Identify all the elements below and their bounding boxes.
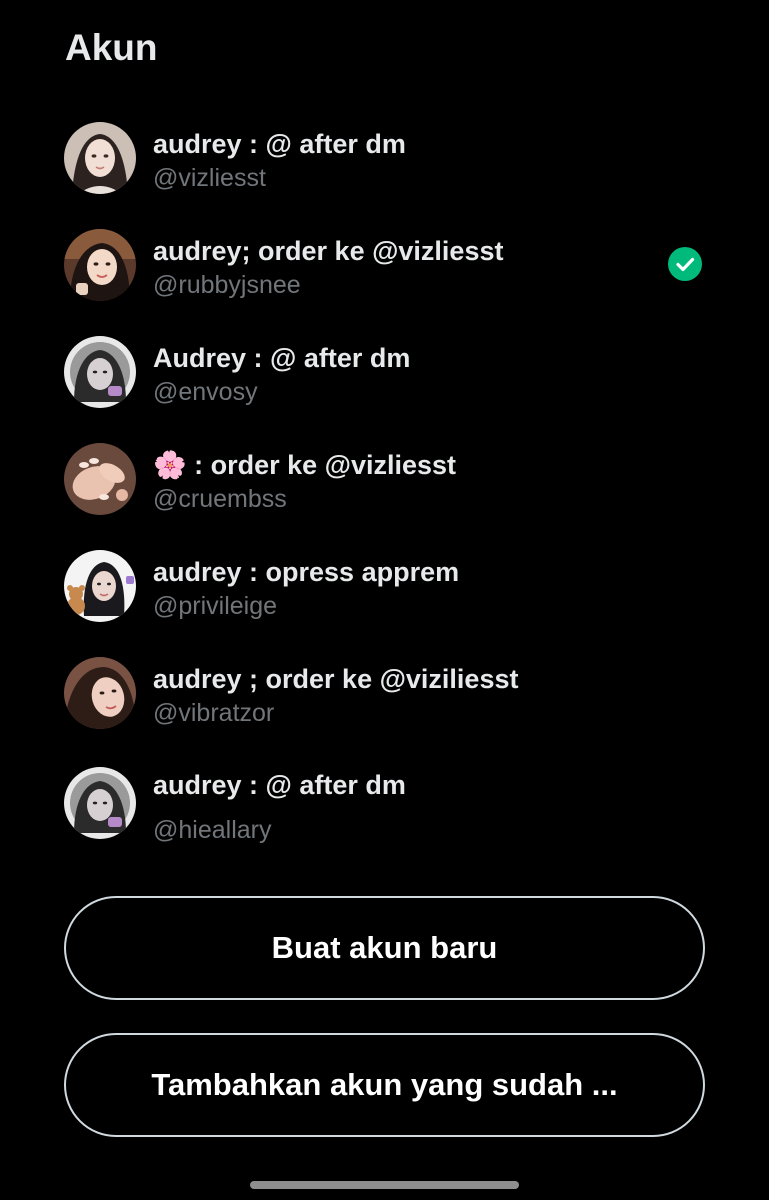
avatar <box>64 229 136 301</box>
avatar <box>64 443 136 515</box>
home-indicator[interactable] <box>250 1181 519 1189</box>
account-row-hieallary[interactable]: audrey : @ after dm @hieallary <box>0 747 769 854</box>
avatar <box>64 550 136 622</box>
account-handle: @vibratzor <box>153 699 275 727</box>
account-display-name: audrey : @ after dm <box>153 770 406 800</box>
avatar <box>64 767 136 839</box>
create-account-button[interactable]: Buat akun baru <box>64 896 705 1000</box>
page-title: Akun <box>65 27 158 68</box>
account-handle: @vizliesst <box>153 164 266 192</box>
avatar <box>64 122 136 194</box>
account-handle: @envosy <box>153 378 258 406</box>
account-handle: @privileige <box>153 592 278 620</box>
add-existing-account-button[interactable]: Tambahkan akun yang sudah ... <box>64 1033 705 1137</box>
account-display-name: 🌸 : order ke @vizliesst <box>153 450 457 480</box>
account-row-privileige[interactable]: audrey : opress apprem @privileige <box>0 533 769 640</box>
account-display-name: Audrey : @ after dm <box>153 343 411 373</box>
account-display-name: audrey : @ after dm <box>153 129 406 159</box>
account-handle: @hieallary <box>153 816 272 844</box>
account-display-name: audrey ; order ke @viziliesst <box>153 664 519 694</box>
account-handle: @cruembss <box>153 485 287 513</box>
avatar <box>64 657 136 729</box>
account-row-envosy[interactable]: Audrey : @ after dm @envosy <box>0 319 769 426</box>
account-row-rubbyjsnee[interactable]: audrey; order ke @vizliesst @rubbyjsnee <box>0 212 769 319</box>
avatar <box>64 336 136 408</box>
account-handle: @rubbyjsnee <box>153 271 301 299</box>
account-display-name: audrey; order ke @vizliesst <box>153 236 504 266</box>
account-display-name: audrey : opress apprem <box>153 557 460 587</box>
check-circle-icon <box>668 247 702 281</box>
account-row-vibratzor[interactable]: audrey ; order ke @viziliesst @vibratzor <box>0 640 769 747</box>
account-row-vizliesst[interactable]: audrey : @ after dm @vizliesst <box>0 105 769 212</box>
account-row-cruembss[interactable]: 🌸 : order ke @vizliesst @cruembss <box>0 426 769 533</box>
